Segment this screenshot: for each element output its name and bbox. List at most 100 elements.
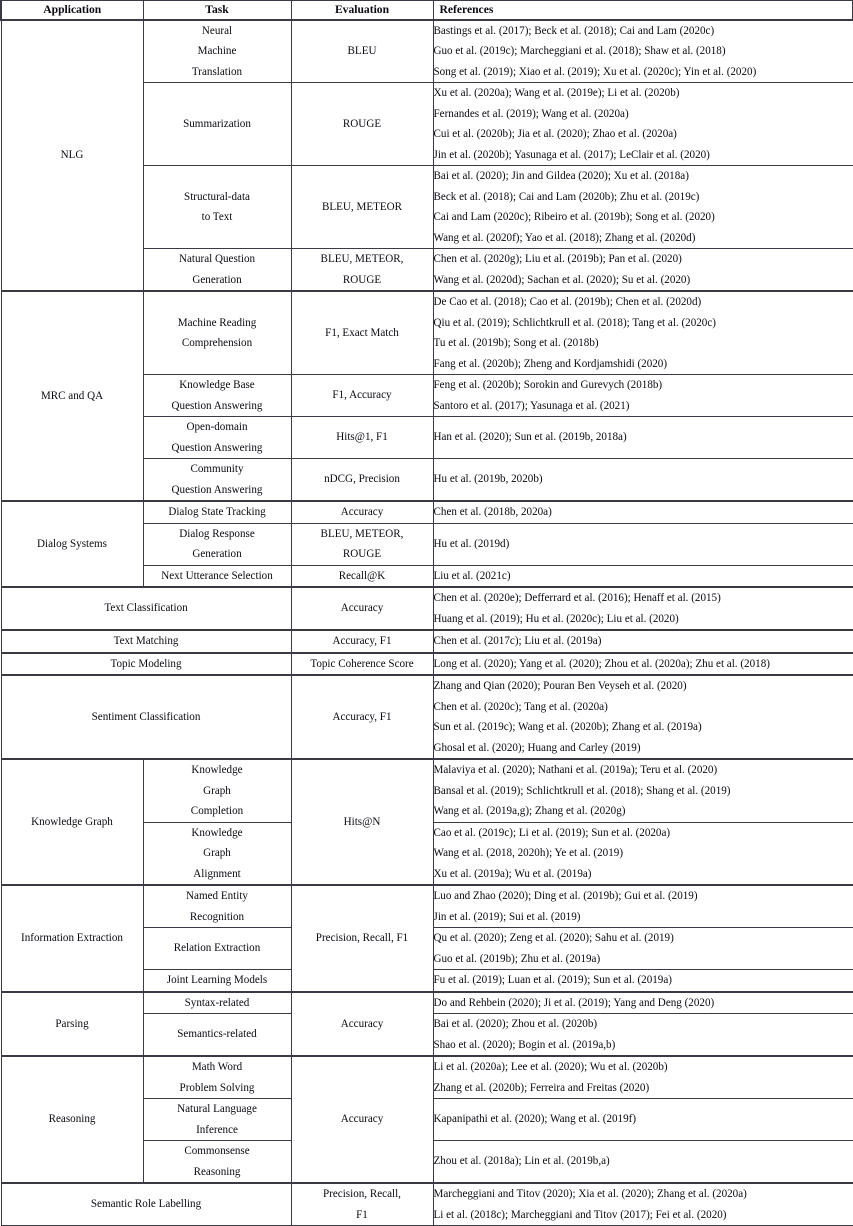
- nlp-applications-table: Application Task Evaluation References N…: [0, 0, 853, 1226]
- evaluation-label: Hits@N: [343, 815, 381, 828]
- reference-line: Kapanipathi et al. (2020); Wang et al. (…: [433, 1113, 637, 1126]
- task-label: Problem Solving: [179, 1081, 255, 1094]
- reference-line: Beck et al. (2018); Cai and Lam (2020b);…: [433, 190, 700, 203]
- references-cell: Chen et al. (2018b, 2020a): [432, 500, 853, 524]
- evaluation-cell: F1, Exact Match: [290, 290, 434, 375]
- task-cell: Named Entity Recognition: [142, 884, 292, 928]
- references-cell: Bastings et al. (2017); Beck et al. (201…: [432, 18, 853, 83]
- application-cell: NLG: [0, 18, 144, 292]
- column-header-application: Application: [0, 0, 144, 20]
- task-label: Open-domain: [186, 421, 248, 433]
- reference-line: Hu et al. (2019d): [433, 537, 510, 550]
- references-cell: De Cao et al. (2018); Cao et al. (2019b)…: [432, 290, 853, 375]
- reference-line: Huang et al. (2019); Hu et al. (2020c); …: [433, 612, 679, 625]
- task-label: Dialog Response: [179, 527, 255, 540]
- references-cell: Zhang and Qian (2020); Pouran Ben Veyseh…: [432, 674, 853, 760]
- evaluation-label: Accuracy, F1: [332, 635, 392, 647]
- task-cell: Structural-data to Text: [142, 165, 292, 249]
- evaluation-label: Recall@K: [338, 569, 386, 582]
- application-cell: Reasoning: [0, 1055, 144, 1184]
- reference-line: Cao et al. (2019c); Li et al. (2019); Su…: [433, 826, 671, 839]
- reference-line: Feng et al. (2020b); Sorokin and Gurevyc…: [433, 379, 663, 391]
- evaluation-label: ROUGE: [342, 548, 382, 560]
- evaluation-cell: Hits@1, F1: [290, 416, 434, 459]
- references-cell: Chen et al. (2020g); Liu et al. (2019b);…: [432, 248, 853, 292]
- task-label: Alignment: [193, 867, 241, 880]
- table-row: Semantic Role Labelling Precision, Recall…: [0, 1182, 853, 1226]
- task-label: Reasoning: [193, 1165, 241, 1178]
- evaluation-label: BLEU, METEOR: [321, 200, 403, 213]
- application-label: MRC and QA: [40, 389, 104, 402]
- evaluation-label: Accuracy, F1: [332, 710, 392, 723]
- application-label: Reasoning: [48, 1113, 96, 1126]
- evaluation-label: F1, Accuracy: [332, 389, 392, 402]
- task-label: Semantics-related: [177, 1028, 257, 1041]
- references-cell: Chen et al. (2020e); Defferrard et al. (…: [432, 586, 853, 631]
- evaluation-cell: nDCG, Precision: [290, 458, 434, 502]
- evaluation-label: BLEU, METEOR,: [320, 527, 404, 540]
- application-label: Semantic Role Labelling: [90, 1198, 202, 1211]
- column-header-references: References: [432, 0, 853, 20]
- reference-line: Chen et al. (2020c); Tang et al. (2020a): [433, 700, 608, 713]
- evaluation-cell: Topic Coherence Score: [290, 651, 434, 676]
- task-cell: Knowledge Graph Alignment: [142, 821, 292, 886]
- reference-line: Tu et al. (2019b); Song et al. (2018b): [433, 337, 599, 349]
- reference-line: Do and Rehbein (2020); Ji et al. (2019);…: [433, 996, 715, 1009]
- evaluation-cell: Accuracy: [290, 586, 434, 631]
- application-label: Dialog Systems: [37, 537, 107, 550]
- references-cell: Luo and Zhao (2020); Ding et al. (2019b)…: [432, 884, 853, 928]
- reference-line: Wang et al. (2019a,g); Zhang et al. (202…: [433, 805, 626, 817]
- references-cell: Li et al. (2020a); Lee et al. (2020); Wu…: [432, 1055, 853, 1099]
- evaluation-cell: Accuracy, F1: [290, 629, 434, 653]
- application-cell: Sentiment Classification: [0, 674, 292, 760]
- evaluation-cell: BLEU, METEOR, ROUGE: [290, 248, 434, 292]
- references-cell: Feng et al. (2020b); Sorokin and Gurevyc…: [432, 374, 853, 417]
- references-cell: Bai et al. (2020); Zhou et al. (2020b) Sh…: [432, 1013, 853, 1057]
- task-cell: Knowledge Base Question Answering: [142, 374, 292, 417]
- column-header-task: Task: [142, 0, 292, 20]
- table-row: Reasoning Math Word Problem Solving Accurac…: [0, 1055, 853, 1184]
- application-cell: MRC and QA: [0, 290, 144, 502]
- application-cell: Parsing: [0, 990, 144, 1057]
- evaluation-cell: Accuracy, F1: [290, 674, 434, 760]
- task-label: Machine Reading: [177, 316, 257, 329]
- evaluation-cell: Accuracy: [290, 990, 434, 1057]
- references-cell: Hu et al. (2019b, 2020b): [432, 458, 853, 502]
- application-label: Topic Modeling: [110, 657, 182, 670]
- task-label: Translation: [191, 65, 243, 78]
- references-cell: Liu et al. (2021c): [432, 564, 853, 588]
- task-label: Community: [190, 463, 244, 475]
- reference-line: Hu et al. (2019b, 2020b): [433, 473, 543, 486]
- evaluation-label: BLEU: [347, 45, 377, 57]
- application-cell: Knowledge Graph: [0, 758, 144, 886]
- application-label: Knowledge Graph: [31, 815, 113, 828]
- evaluation-label: nDCG, Precision: [324, 473, 400, 486]
- references-cell: Zhou et al. (2018a); Lin et al. (2019b,a…: [432, 1140, 853, 1184]
- task-label: Commonsense: [184, 1145, 250, 1157]
- evaluation-cell: Hits@N: [290, 758, 434, 886]
- table-row: MRC and QA Machine Reading Comprehension F1…: [0, 290, 853, 502]
- task-label: Question Answering: [171, 483, 263, 496]
- reference-line: Jin et al. (2020b); Yasunaga et al. (201…: [433, 148, 710, 161]
- application-label: Parsing: [55, 1017, 89, 1030]
- evaluation-label: Precision, Recall, F1: [315, 932, 409, 944]
- reference-line: Xu et al. (2020a); Wang et al. (2019e); …: [433, 87, 680, 99]
- application-label: Sentiment Classification: [91, 710, 201, 723]
- reference-line: Guo et al. (2019b); Zhu et al. (2019a): [433, 952, 601, 965]
- task-cell: Neural Machine Translation: [142, 18, 292, 83]
- table-row: Parsing Syntax-related Accuracy Do and Rehb…: [0, 990, 853, 1057]
- references-cell: Xu et al. (2020a); Wang et al. (2019e); …: [432, 82, 853, 166]
- references-cell: Cao et al. (2019c); Li et al. (2019); Su…: [432, 821, 853, 886]
- reference-line: Zhang and Qian (2020); Pouran Ben Veyseh…: [433, 680, 687, 692]
- application-cell: Dialog Systems: [0, 500, 144, 588]
- task-cell: Knowledge Graph Completion: [142, 758, 292, 823]
- task-cell: Semantics-related: [142, 1013, 292, 1057]
- task-cell: Natural Question Generation: [142, 248, 292, 292]
- evaluation-cell: BLEU: [290, 18, 434, 83]
- task-label: Neural: [201, 24, 233, 37]
- reference-line: Song et al. (2019); Xiao et al. (2019); …: [433, 65, 757, 78]
- references-cell: Hu et al. (2019d): [432, 522, 853, 566]
- application-cell: Information Extraction: [0, 884, 144, 992]
- task-label: to Text: [201, 211, 233, 223]
- references-cell: Han et al. (2020); Sun et al. (2019b, 20…: [432, 416, 853, 459]
